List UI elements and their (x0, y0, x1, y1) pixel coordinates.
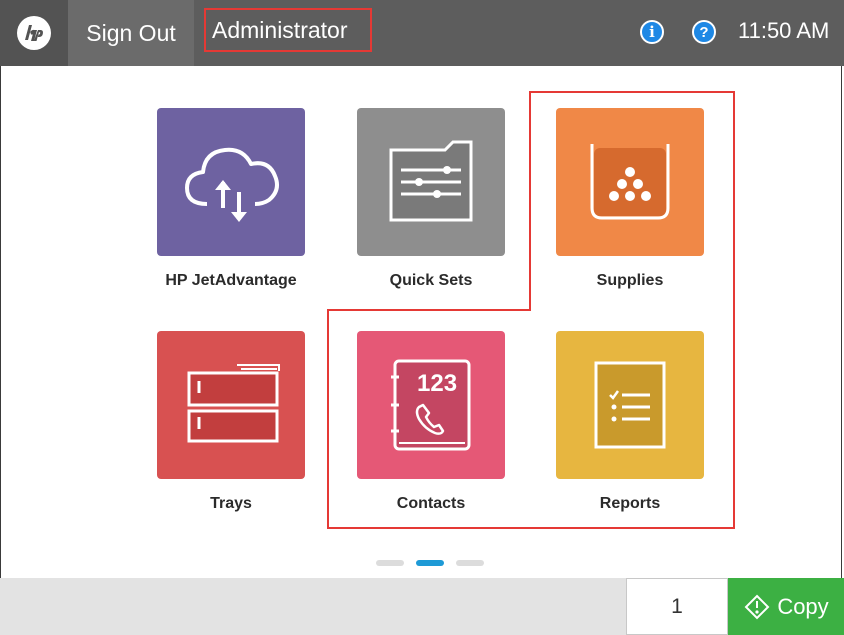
tile-label: HP JetAdvantage (165, 272, 297, 289)
tile-label: Reports (599, 495, 661, 512)
tile-quick-sets-box (357, 108, 505, 256)
cloud-sync-icon (185, 147, 279, 222)
copy-label: Copy (777, 593, 829, 619)
tile-trays[interactable]: Trays (157, 331, 305, 512)
hp-logo-icon (17, 16, 51, 50)
user-name-text: Administrator (212, 16, 348, 43)
info-glyph: i (649, 23, 655, 41)
clock: 11:50 AM (738, 18, 830, 43)
tile-reports[interactable]: Reports (556, 331, 704, 512)
book-number: 123 (417, 370, 457, 397)
tile-contacts[interactable]: 123 Contacts (357, 331, 505, 512)
tile-supplies[interactable]: Supplies (556, 108, 704, 289)
sign-out-button[interactable]: Sign Out (68, 0, 194, 66)
tile-label: Contacts (396, 495, 466, 512)
copies-value: 1 (671, 594, 683, 618)
tile-reports-box (556, 331, 704, 479)
page-dot-1[interactable] (376, 560, 404, 566)
top-bar: Sign Out Administrator i ? 11:50 AM (0, 0, 844, 66)
tile-contacts-box: 123 (357, 331, 505, 479)
help-glyph: ? (699, 23, 709, 41)
tile-supplies-box (556, 108, 704, 256)
tile-quick-sets[interactable]: Quick Sets (357, 108, 505, 289)
user-name: Administrator (204, 8, 372, 52)
copy-button[interactable]: Copy (728, 578, 844, 635)
home-button[interactable] (0, 0, 68, 66)
address-book-icon: 123 (391, 359, 471, 451)
tile-label: Trays (210, 495, 252, 512)
page-dot-3[interactable] (456, 560, 484, 566)
tile-label: Supplies (596, 272, 664, 289)
tile-trays-box (157, 331, 305, 479)
trays-icon (187, 364, 280, 443)
info-icon[interactable]: i (640, 20, 664, 44)
sign-out-label: Sign Out (86, 19, 176, 46)
tile-hp-jetadvantage[interactable]: HP JetAdvantage (157, 108, 305, 289)
tile-label: Quick Sets (389, 272, 473, 289)
copies-field[interactable]: 1 (626, 578, 728, 635)
folder-sliders-icon (389, 140, 473, 222)
tile-hp-jetadvantage-box (157, 108, 305, 256)
toner-icon (590, 144, 670, 220)
screen-frame (0, 0, 842, 633)
start-diamond-icon (744, 594, 770, 619)
report-checklist-icon (594, 361, 666, 449)
help-icon[interactable]: ? (692, 20, 716, 44)
page-dot-2-active[interactable] (416, 560, 444, 566)
